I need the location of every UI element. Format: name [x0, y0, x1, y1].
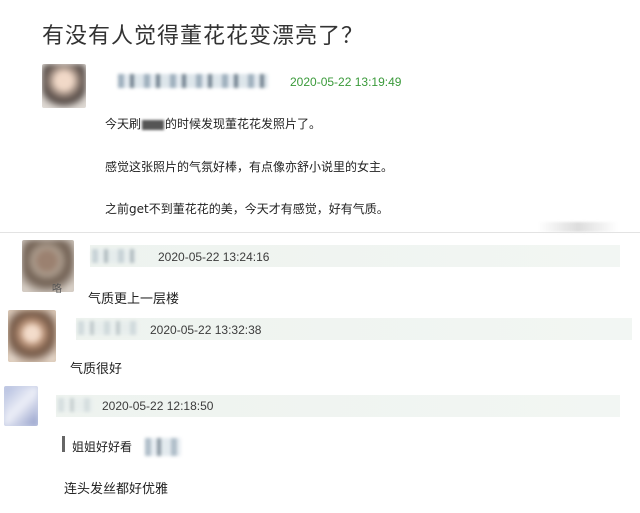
- comment-3-text: 连头发丝都好优雅: [64, 482, 169, 497]
- comment-2-text: 气质很好: [70, 362, 123, 377]
- comment-1-text: 气质更上一层楼: [88, 292, 180, 307]
- post-line-1-prefix: 今天刷: [105, 117, 142, 131]
- quote-indicator: [62, 436, 65, 452]
- author-name-blurred[interactable]: [118, 74, 268, 88]
- comment-2-timestamp: 2020-05-22 13:32:38: [150, 323, 262, 337]
- comment-2-username-blurred[interactable]: [78, 321, 138, 335]
- comment-3-username-blurred[interactable]: [58, 398, 94, 412]
- faded-actions: [538, 222, 618, 232]
- comment-1-username-blurred[interactable]: [92, 249, 136, 263]
- comment-1-avatar-tag: 咯: [52, 284, 62, 295]
- post-title: 有没有人觉得董花花变漂亮了？: [42, 24, 365, 49]
- redaction-block: [142, 119, 165, 130]
- post-line-1-suffix: 的时候发现董花花发照片了。: [165, 117, 322, 131]
- comment-3-avatar[interactable]: [4, 386, 38, 426]
- quoted-user-blurred[interactable]: [145, 438, 181, 456]
- comment-3-timestamp: 2020-05-22 12:18:50: [102, 399, 214, 413]
- post-line-3: 之前get不到董花花的美，今天才有感觉，好有气质。: [105, 202, 389, 216]
- comment-2-avatar[interactable]: [8, 310, 56, 362]
- post-divider: [0, 232, 640, 233]
- comment-3-quote: 姐姐好好看: [72, 440, 133, 454]
- post-line-1: 今天刷 的时候发现董花花发照片了。: [105, 115, 321, 132]
- author-avatar[interactable]: [42, 64, 86, 108]
- comment-1-avatar[interactable]: [22, 240, 74, 292]
- comment-1-timestamp: 2020-05-22 13:24:16: [158, 250, 270, 264]
- post-line-2: 感觉这张照片的气氛好棒，有点像亦舒小说里的女主。: [105, 160, 394, 174]
- post-timestamp: 2020-05-22 13:19:49: [290, 75, 402, 89]
